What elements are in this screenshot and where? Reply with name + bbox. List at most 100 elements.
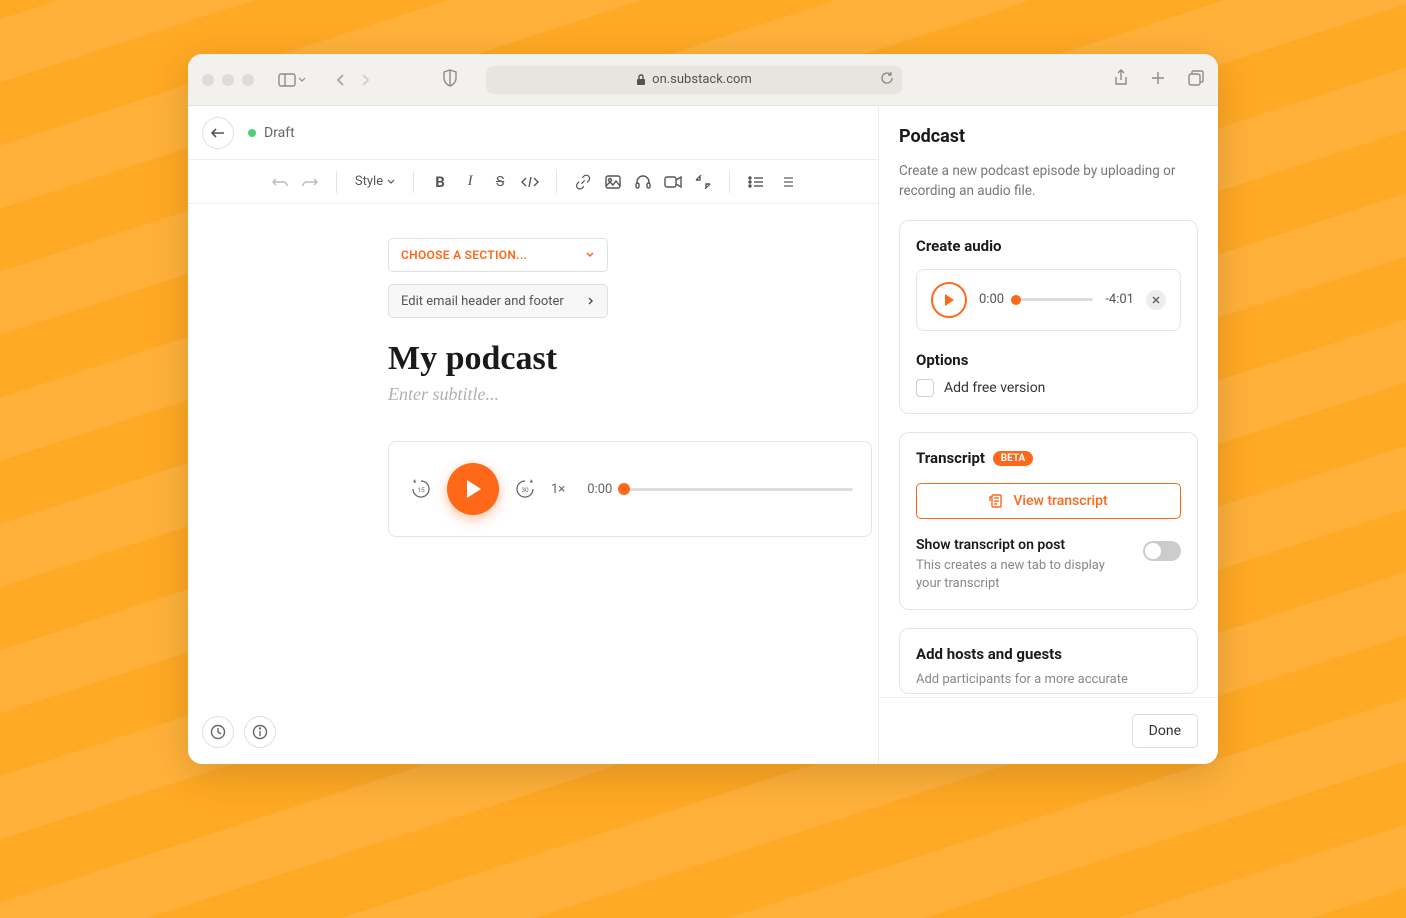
lock-icon [636,74,646,86]
url-bar[interactable]: on.substack.com [486,66,902,94]
mini-handle[interactable] [1011,295,1021,305]
email-header-button[interactable]: Edit email header and footer [388,284,608,318]
bold-button[interactable]: B [426,168,454,196]
numbered-list-icon [778,176,794,188]
image-icon [605,175,621,189]
style-dropdown[interactable]: Style [349,174,401,189]
chevron-down-icon [298,76,306,84]
url-text: on.substack.com [652,72,752,87]
redo-button[interactable] [296,168,324,196]
toolbar: Style B I S [188,160,878,204]
plus-icon [1150,70,1166,86]
nav-arrows [334,73,372,87]
remove-audio-button[interactable] [1146,290,1166,310]
bullet-list-icon [748,176,764,188]
section-select[interactable]: CHOOSE A SECTION... [388,238,608,272]
sidebar-toggle[interactable] [278,73,306,87]
traffic-lights [202,74,254,86]
mini-track[interactable] [1016,298,1093,301]
image-button[interactable] [599,168,627,196]
app-content: Draft [188,106,1218,764]
embed-button[interactable] [689,168,717,196]
info-icon [252,724,268,740]
editor-area: Draft [188,106,878,764]
strikethrough-button[interactable]: S [486,168,514,196]
post-title[interactable]: My podcast [388,340,872,378]
audio-button[interactable] [629,168,657,196]
link-icon [575,174,591,190]
video-button[interactable] [659,168,687,196]
chevron-down-icon [387,179,395,185]
svg-text:30: 30 [521,486,529,494]
section-select-label: CHOOSE A SECTION... [401,248,527,262]
reload-button[interactable] [880,71,894,89]
skip-forward-button[interactable]: 30 [511,475,539,503]
skip-forward-icon: 30 [514,478,536,500]
email-header-label: Edit email header and footer [401,294,564,309]
traffic-light-minimize[interactable] [222,74,234,86]
undo-button[interactable] [266,168,294,196]
arrow-left-icon [211,127,225,139]
tabs-button[interactable] [1188,70,1204,90]
time-current: 0:00 [587,482,612,497]
numbered-list-button[interactable] [772,168,800,196]
transcript-icon [989,494,1003,508]
bullet-list-button[interactable] [742,168,770,196]
toolbar-divider [336,171,337,193]
skip-back-button[interactable]: 15 [407,475,435,503]
back-arrow[interactable] [334,73,348,87]
hosts-heading: Add hosts and guests [916,645,1181,663]
view-transcript-button[interactable]: View transcript [916,483,1181,519]
tabs-icon [1188,70,1204,86]
embed-icon [695,175,711,189]
done-button[interactable]: Done [1132,714,1198,748]
mini-play-button[interactable] [931,282,967,318]
hosts-desc: Add participants for a more accurate [916,671,1181,689]
code-button[interactable] [516,168,544,196]
link-button[interactable] [569,168,597,196]
reload-icon [880,71,894,85]
free-version-checkbox-row[interactable]: Add free version [916,379,1181,397]
play-button-large[interactable] [447,463,499,515]
video-icon [664,176,682,188]
view-transcript-label: View transcript [1013,493,1107,509]
chevron-left-icon [334,73,348,87]
toggle-knob [1145,543,1161,559]
status-dot [248,129,256,137]
draft-status: Draft [248,125,295,141]
chevron-right-icon [358,73,372,87]
browser-window: on.substack.com [188,54,1218,764]
speed-label[interactable]: 1× [551,482,565,497]
close-icon [1152,296,1160,304]
share-button[interactable] [1114,69,1128,91]
info-button[interactable] [244,716,276,748]
sidebar-title: Podcast [899,126,1198,147]
audio-player-large: 15 30 [388,441,872,537]
browser-actions [1114,69,1204,91]
sidebar-scroll: Podcast Create a new podcast episode by … [879,106,1218,697]
italic-button[interactable]: I [456,168,484,196]
progress-handle[interactable] [618,483,630,495]
bottom-floating [202,716,276,748]
play-icon [944,294,954,306]
new-tab-button[interactable] [1150,70,1166,90]
traffic-light-close[interactable] [202,74,214,86]
shield-icon [442,69,458,87]
toolbar-divider [413,171,414,193]
privacy-shield[interactable] [442,69,458,91]
transcript-toggle[interactable] [1143,541,1181,561]
transcript-toggle-section: Show transcript on post This creates a n… [916,537,1181,593]
hosts-card: Add hosts and guests Add participants fo… [899,628,1198,694]
history-icon [210,724,226,740]
toolbar-divider [556,171,557,193]
history-button[interactable] [202,716,234,748]
create-audio-heading: Create audio [916,237,1181,255]
progress-track[interactable] [624,488,853,491]
free-version-checkbox[interactable] [916,379,934,397]
post-subtitle[interactable]: Enter subtitle... [388,384,872,405]
traffic-light-maximize[interactable] [242,74,254,86]
svg-text:15: 15 [417,486,425,494]
headphones-icon [635,174,651,190]
forward-arrow[interactable] [358,73,372,87]
back-button[interactable] [202,117,234,149]
